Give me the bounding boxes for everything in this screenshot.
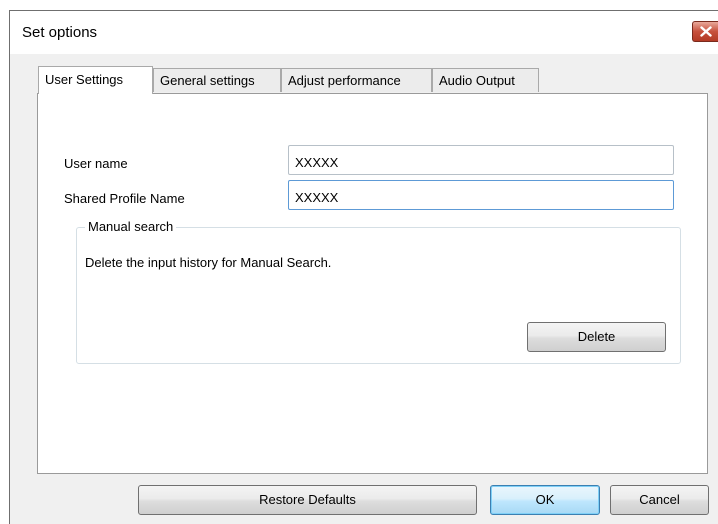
ok-button[interactable]: OK: [490, 485, 600, 515]
manual-search-legend: Manual search: [85, 219, 177, 234]
delete-button[interactable]: Delete: [527, 322, 666, 352]
user-name-label: User name: [64, 156, 128, 171]
shared-profile-name-label: Shared Profile Name: [64, 191, 185, 206]
user-settings-panel: User name Shared Profile Name Manual sea…: [37, 93, 708, 474]
cancel-button[interactable]: Cancel: [610, 485, 709, 515]
tab-label: General settings: [160, 73, 255, 88]
tab-label: Audio Output: [439, 73, 515, 88]
title-bar: Set options: [10, 11, 718, 54]
shared-profile-name-field[interactable]: [288, 180, 674, 210]
tab-audio-output[interactable]: Audio Output: [432, 68, 539, 92]
manual-search-group: Manual search Delete the input history f…: [76, 219, 681, 364]
tab-label: Adjust performance: [288, 73, 401, 88]
manual-search-description: Delete the input history for Manual Sear…: [85, 255, 332, 270]
tab-general-settings[interactable]: General settings: [153, 68, 281, 92]
close-icon: [700, 26, 712, 37]
tab-user-settings[interactable]: User Settings: [38, 66, 153, 94]
window-title: Set options: [22, 24, 98, 41]
user-name-field[interactable]: [288, 145, 674, 175]
restore-defaults-button[interactable]: Restore Defaults: [138, 485, 477, 515]
tab-adjust-performance[interactable]: Adjust performance: [281, 68, 432, 92]
close-button[interactable]: [692, 21, 718, 42]
tab-label: User Settings: [45, 72, 124, 87]
options-dialog: Set options User Settings General settin…: [9, 10, 718, 524]
